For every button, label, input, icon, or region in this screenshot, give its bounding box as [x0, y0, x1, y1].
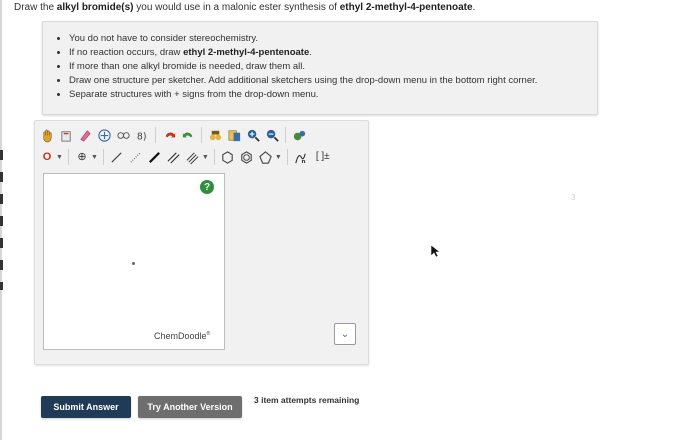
- chevron-down-icon[interactable]: ▼: [275, 154, 282, 161]
- instruction-item: If no reaction occurs, draw ethyl 2-meth…: [69, 46, 597, 60]
- submit-answer-button[interactable]: Submit Answer: [41, 396, 131, 418]
- question-prefix: Draw the: [14, 2, 57, 13]
- sketcher-panel: 8) O ▼ ⊕ ▼ ▼ ▼ n [ ]± ? ChemDoodle® ⌄: [34, 120, 369, 365]
- atom-label-button[interactable]: O: [39, 149, 55, 165]
- eraser-icon[interactable]: [77, 127, 93, 143]
- wedge-bond-icon[interactable]: [147, 149, 163, 165]
- single-bond-icon[interactable]: [109, 149, 125, 165]
- canvas-dot: [132, 262, 135, 265]
- instruction-text: You do not have to consider stereochemis…: [69, 33, 259, 44]
- copy-icon[interactable]: [226, 127, 242, 143]
- instructions-list: You do not have to consider stereochemis…: [43, 22, 597, 102]
- question-suffix: .: [472, 2, 476, 13]
- chain-icon[interactable]: n: [293, 149, 309, 165]
- instructions-box: You do not have to consider stereochemis…: [42, 21, 598, 115]
- help-button[interactable]: ?: [200, 180, 214, 194]
- left-edge-marks: [0, 150, 3, 290]
- double-bond-icon[interactable]: [166, 149, 182, 165]
- chevron-down-icon[interactable]: ▼: [202, 154, 209, 161]
- toolbar-separator: [285, 127, 286, 143]
- instruction-item: Draw one structure per sketcher. Add add…: [69, 74, 597, 88]
- hashed-bond-icon[interactable]: [128, 149, 144, 165]
- question-bold-target: ethyl 2-methyl-4-pentenoate: [339, 2, 473, 13]
- redo-icon[interactable]: [180, 127, 196, 143]
- svg-text:n: n: [302, 159, 306, 165]
- toolbar-separator: [286, 149, 288, 165]
- svg-text:8): 8): [136, 131, 146, 142]
- chevron-down-icon: ⌄: [340, 328, 350, 340]
- add-sketcher-dropdown[interactable]: ⌄: [334, 323, 356, 345]
- instruction-item: Separate structures with + signs from th…: [69, 88, 597, 102]
- try-another-version-button[interactable]: Try Another Version: [138, 396, 242, 418]
- triple-bond-icon[interactable]: [185, 149, 201, 165]
- hexagon-ring-icon[interactable]: [220, 149, 236, 165]
- lasso-icon[interactable]: [58, 127, 74, 143]
- template-icon[interactable]: [115, 127, 131, 143]
- brand-mark: ®: [206, 331, 211, 337]
- question-text: Draw the alkyl bromide(s) you would use …: [14, 2, 475, 13]
- clean-icon[interactable]: [207, 127, 223, 143]
- pentagon-ring-icon[interactable]: [258, 149, 274, 165]
- chevron-down-icon[interactable]: ▼: [56, 154, 63, 161]
- toolbar-separator: [67, 149, 69, 165]
- zoom-out-icon[interactable]: [264, 127, 280, 143]
- instruction-item: If more than one alkyl bromide is needed…: [69, 60, 597, 74]
- ring-add-icon[interactable]: [96, 127, 112, 143]
- charge-button[interactable]: ⊕: [74, 149, 90, 165]
- hand-icon[interactable]: [39, 127, 55, 143]
- benzene-ring-icon[interactable]: [239, 149, 255, 165]
- undo-icon[interactable]: [161, 127, 177, 143]
- instruction-item: You do not have to consider stereochemis…: [69, 32, 597, 46]
- sketcher-canvas[interactable]: ? ChemDoodle®: [43, 173, 225, 350]
- instruction-text: Separate structures with + signs from th…: [69, 89, 319, 100]
- bracket-charge-button[interactable]: [ ]±: [312, 149, 334, 165]
- instruction-text: If more than one alkyl bromide is needed…: [69, 61, 306, 72]
- sketcher-toolbar-top: 8): [39, 125, 307, 145]
- toolbar-separator: [102, 149, 104, 165]
- chevron-down-icon[interactable]: ▼: [91, 154, 98, 161]
- sketcher-toolbar-bottom: O ▼ ⊕ ▼ ▼ ▼ n [ ]±: [39, 147, 334, 167]
- toolbar-separator: [155, 127, 156, 143]
- bracket-icon[interactable]: 8): [134, 127, 150, 143]
- toolbar-separator: [201, 127, 202, 143]
- question-bold-alkyl: alkyl bromide(s): [56, 2, 134, 13]
- attempts-remaining-text: 3 item attempts remaining: [254, 395, 360, 405]
- instruction-text: Draw one structure per sketcher. Add add…: [69, 75, 538, 86]
- instruction-text: .: [309, 47, 312, 58]
- faint-label: 3: [571, 193, 576, 202]
- settings-icon[interactable]: [291, 127, 307, 143]
- instruction-bold: ethyl 2-methyl-4-pentenoate: [183, 47, 310, 58]
- zoom-in-icon[interactable]: [245, 127, 261, 143]
- brand-text: ChemDoodle: [154, 331, 207, 341]
- instruction-text: If no reaction occurs, draw: [69, 47, 184, 58]
- question-middle: you would use in a malonic ester synthes…: [133, 2, 340, 13]
- toolbar-separator: [213, 149, 215, 165]
- mouse-cursor-icon: [430, 244, 441, 258]
- chemdoodle-brand: ChemDoodle®: [154, 331, 210, 341]
